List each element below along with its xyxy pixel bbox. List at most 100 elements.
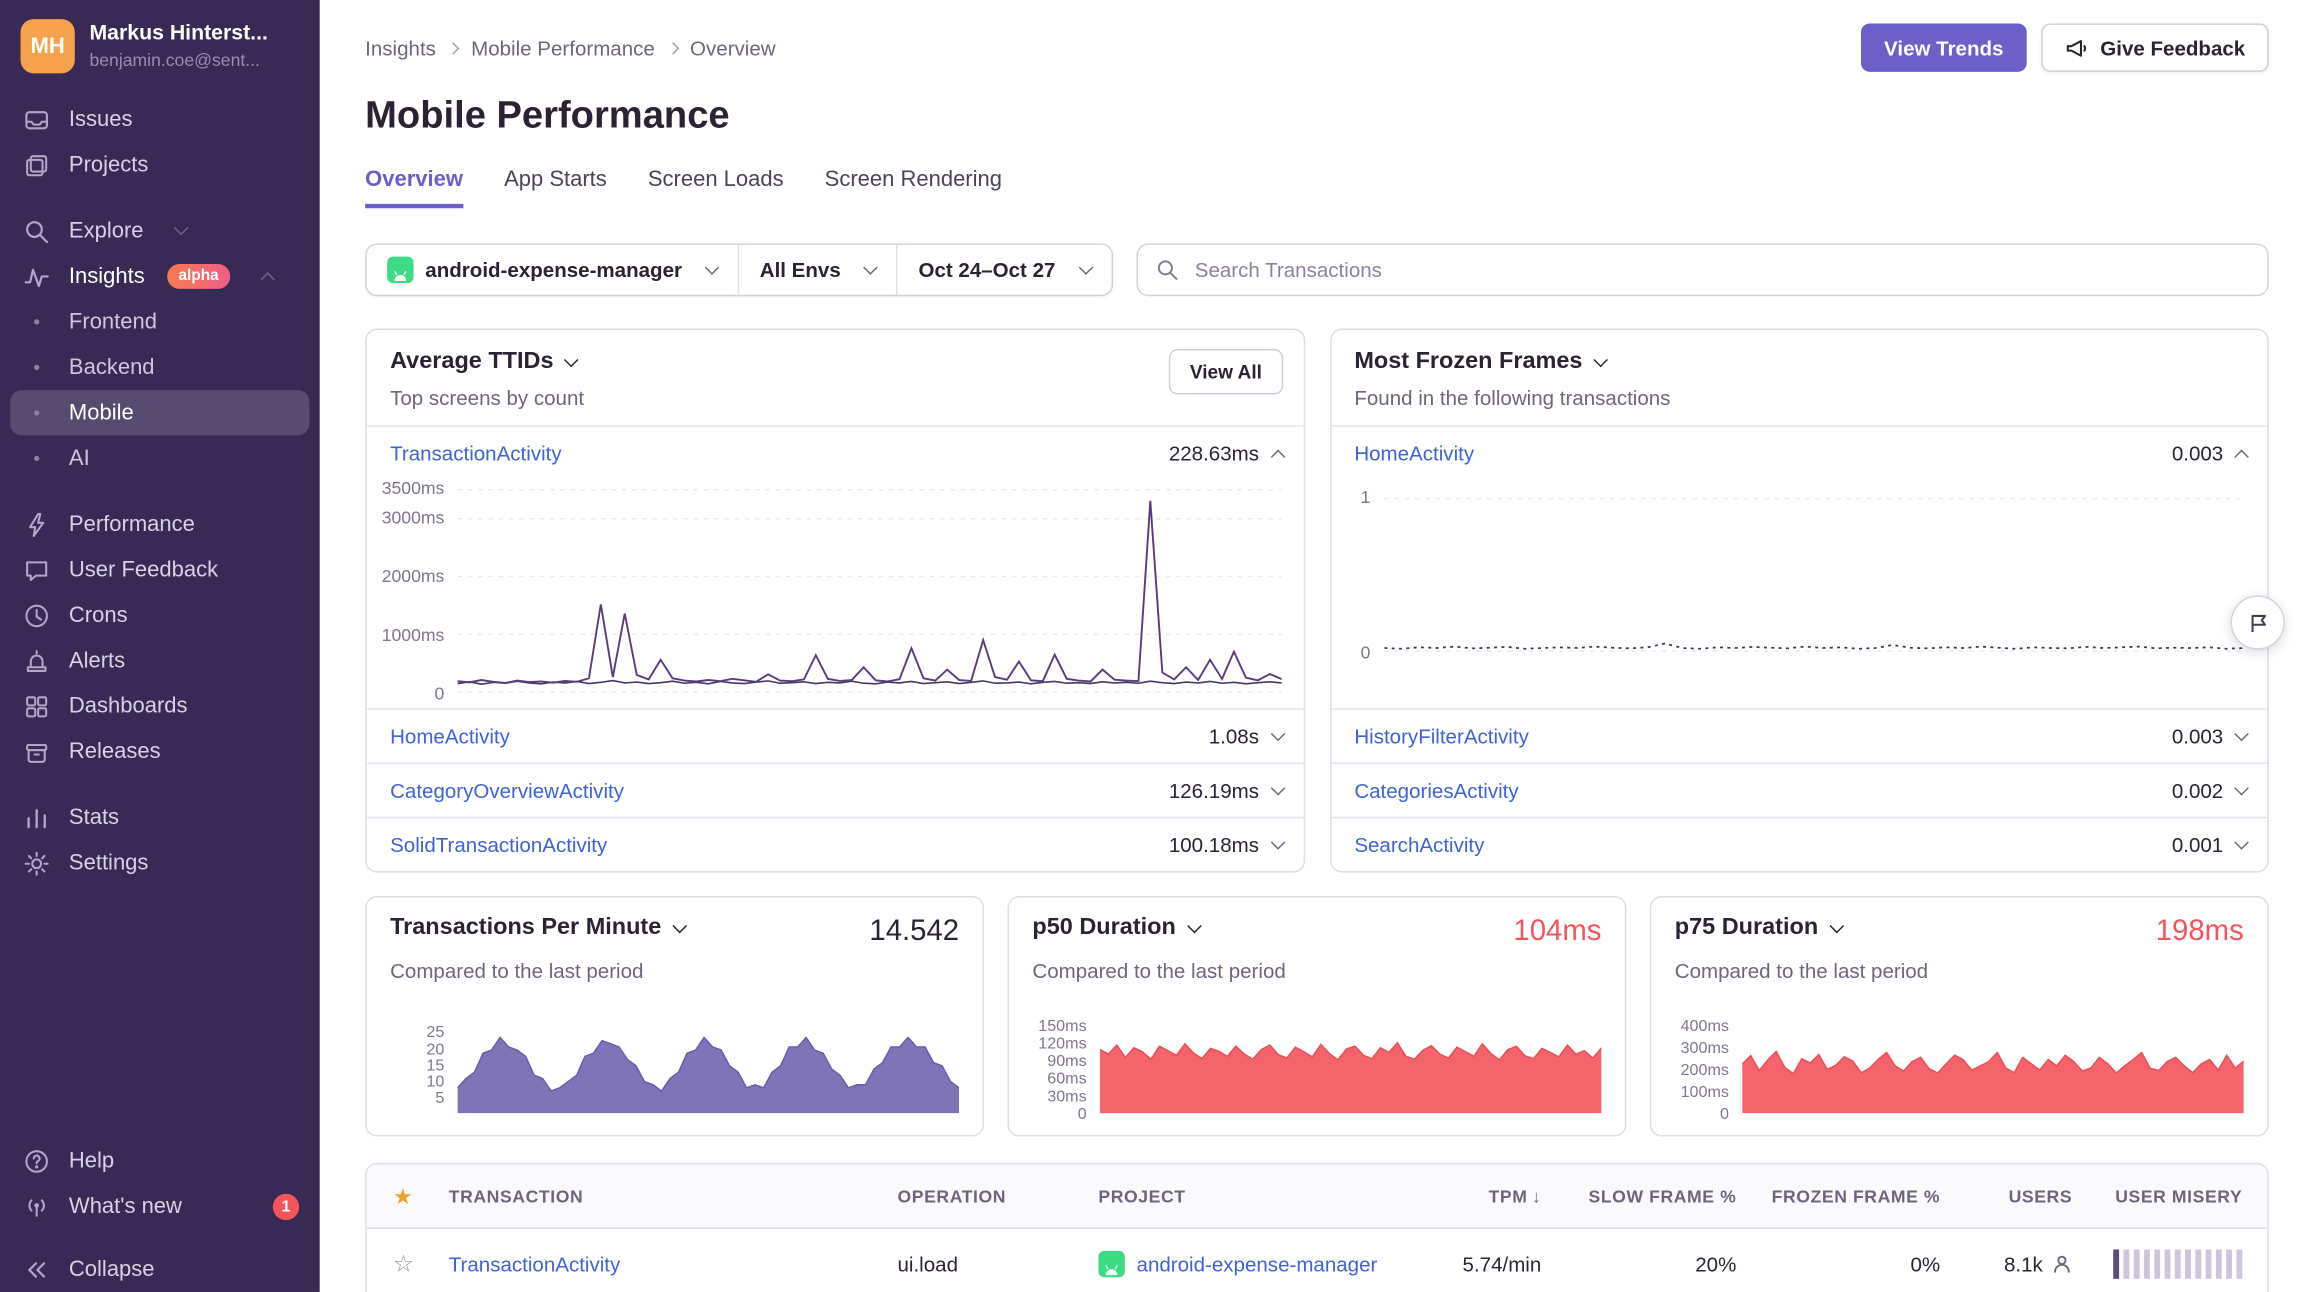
p75-chart[interactable] <box>1742 1027 2244 1115</box>
sidebar-item-frontend[interactable]: • Frontend <box>10 299 309 344</box>
project-filter[interactable]: android-expense-manager <box>367 245 738 295</box>
transaction-link[interactable]: CategoryOverviewActivity <box>390 779 624 802</box>
slideout-toggle-button[interactable] <box>2231 595 2285 649</box>
breadcrumb-insights[interactable]: Insights <box>365 36 436 59</box>
give-feedback-label: Give Feedback <box>2100 36 2245 59</box>
sidebar-nav: Issues Projects Explore Insights alpha •… <box>0 97 320 886</box>
column-operation[interactable]: OPERATION <box>897 1186 1098 1207</box>
column-users[interactable]: USERS <box>1940 1186 2072 1207</box>
view-all-button[interactable]: View All <box>1169 349 1282 394</box>
ttid-row-categoryoverviewactivity[interactable]: CategoryOverviewActivity 126.19ms <box>367 763 1303 817</box>
chevron-down-icon <box>2234 726 2249 741</box>
ttid-chart[interactable] <box>458 488 1282 693</box>
column-user-misery[interactable]: USER MISERY <box>2072 1186 2267 1207</box>
ttid-row-transactionactivity[interactable]: TransactionActivity 228.63ms <box>367 425 1303 479</box>
search-input[interactable] <box>1192 257 2250 283</box>
chevron-down-icon[interactable] <box>1594 352 1609 367</box>
breadcrumb: Insights Mobile Performance Overview <box>365 36 775 59</box>
sidebar-item-explore[interactable]: Explore <box>0 208 320 253</box>
frozen-value: 0.001 <box>2172 833 2223 856</box>
transaction-link[interactable]: SolidTransactionActivity <box>390 833 607 856</box>
star-outline-icon[interactable]: ☆ <box>367 1249 449 1278</box>
user-email: benjamin.coe@sent... <box>89 50 267 71</box>
sidebar-item-mobile[interactable]: • Mobile <box>10 390 309 435</box>
bullet-icon: • <box>23 447 49 469</box>
transaction-link[interactable]: SearchActivity <box>1354 833 1484 856</box>
tpm-y-axis: 252015105 <box>390 1027 457 1115</box>
frozen-row-searchactivity[interactable]: SearchActivity 0.001 <box>1331 817 2267 871</box>
column-tpm[interactable]: TPM↓ <box>1436 1186 1542 1207</box>
transaction-link[interactable]: HistoryFilterActivity <box>1354 724 1529 747</box>
p50-chart[interactable] <box>1100 1027 1602 1115</box>
chevron-down-icon[interactable] <box>565 352 580 367</box>
sidebar-item-settings[interactable]: Settings <box>0 840 320 885</box>
chevron-down-icon[interactable] <box>1187 918 1202 933</box>
frozen-chart-block: 10 <box>1331 480 2267 709</box>
project-link[interactable]: android-expense-manager <box>1137 1252 1378 1275</box>
sidebar-item-label: Insights <box>69 264 145 289</box>
frozen-frames-chart[interactable] <box>1384 497 2243 652</box>
environment-filter[interactable]: All Envs <box>738 245 897 295</box>
tpm-chart[interactable] <box>458 1027 960 1115</box>
transaction-link[interactable]: CategoriesActivity <box>1354 779 1518 802</box>
sidebar-item-stats[interactable]: Stats <box>0 795 320 840</box>
transaction-link[interactable]: HomeActivity <box>390 724 510 747</box>
chevron-up-icon <box>2234 449 2249 464</box>
sidebar-item-projects[interactable]: Projects <box>0 142 320 187</box>
date-range-filter[interactable]: Oct 24–Oct 27 <box>896 245 1111 295</box>
tab-screen-loads[interactable]: Screen Loads <box>648 167 784 208</box>
sidebar-item-alerts[interactable]: Alerts <box>0 638 320 683</box>
tab-overview[interactable]: Overview <box>365 167 463 208</box>
chevron-down-icon <box>864 260 879 275</box>
breadcrumb-mobile-performance[interactable]: Mobile Performance <box>471 36 655 59</box>
p50-card: p50 Duration 104ms Compared to the last … <box>1007 896 1626 1137</box>
user-name: Markus Hinterst... <box>89 22 267 45</box>
transaction-link[interactable]: TransactionActivity <box>449 1252 621 1275</box>
bullet-icon: • <box>23 402 49 424</box>
p50-card-subtitle: Compared to the last period <box>1032 959 1601 982</box>
ttid-chart-block: 3500ms3000ms2000ms1000ms0 <box>367 480 1303 709</box>
megaphone-icon <box>2065 36 2088 59</box>
ttid-row-solidtransactionactivity[interactable]: SolidTransactionActivity 100.18ms <box>367 817 1303 871</box>
chevron-down-icon <box>1270 780 1285 795</box>
breadcrumb-overview[interactable]: Overview <box>690 36 776 59</box>
sidebar-item-insights[interactable]: Insights alpha <box>0 254 320 299</box>
view-trends-button[interactable]: View Trends <box>1861 23 2027 71</box>
sidebar-item-label: Collapse <box>69 1257 155 1282</box>
frozen-row-categoriesactivity[interactable]: CategoriesActivity 0.002 <box>1331 763 2267 817</box>
frozen-row-homeactivity[interactable]: HomeActivity 0.003 <box>1331 425 2267 479</box>
column-slow-frame[interactable]: SLOW FRAME % <box>1541 1186 1736 1207</box>
frozen-row-historyfilteractivity[interactable]: HistoryFilterActivity 0.003 <box>1331 708 2267 762</box>
sidebar-collapse-button[interactable]: Collapse <box>0 1247 320 1292</box>
sidebar-item-whats-new[interactable]: What's new 1 <box>0 1183 320 1228</box>
sidebar-item-ai[interactable]: • AI <box>10 436 309 481</box>
chevron-down-icon[interactable] <box>1829 918 1844 933</box>
project-filter-label: android-expense-manager <box>425 258 682 281</box>
ttid-row-homeactivity[interactable]: HomeActivity 1.08s <box>367 708 1303 762</box>
give-feedback-button[interactable]: Give Feedback <box>2042 23 2269 71</box>
search-transactions-box[interactable] <box>1136 243 2269 296</box>
page-title: Mobile Performance <box>365 92 2269 137</box>
sidebar-item-backend[interactable]: • Backend <box>10 345 309 390</box>
user-menu[interactable]: MH Markus Hinterst... benjamin.coe@sent.… <box>0 0 320 88</box>
sidebar-item-releases[interactable]: Releases <box>0 729 320 774</box>
tab-screen-rendering[interactable]: Screen Rendering <box>825 167 1002 208</box>
sidebar-item-dashboards[interactable]: Dashboards <box>0 683 320 728</box>
chevron-up-icon <box>261 272 276 287</box>
average-ttids-panel: Average TTIDs Top screens by count View … <box>365 328 1304 872</box>
transaction-link[interactable]: TransactionActivity <box>390 441 562 464</box>
chevron-down-icon[interactable] <box>672 918 687 933</box>
sidebar-item-performance[interactable]: Performance <box>0 502 320 547</box>
sidebar-item-issues[interactable]: Issues <box>0 97 320 142</box>
column-frozen-frame[interactable]: FROZEN FRAME % <box>1736 1186 1940 1207</box>
frozen-panel-title: Most Frozen Frames <box>1354 349 1582 375</box>
transaction-link[interactable]: HomeActivity <box>1354 441 1474 464</box>
column-project[interactable]: PROJECT <box>1098 1186 1435 1207</box>
column-transaction[interactable]: TRANSACTION <box>449 1186 898 1207</box>
tab-app-starts[interactable]: App Starts <box>504 167 607 208</box>
sidebar-item-user-feedback[interactable]: User Feedback <box>0 547 320 592</box>
sidebar-item-help[interactable]: Help <box>0 1138 320 1183</box>
sidebar-item-crons[interactable]: Crons <box>0 592 320 637</box>
tpm-cell: 5.74/min <box>1436 1252 1542 1275</box>
frozen-frame-cell: 0% <box>1736 1252 1940 1275</box>
